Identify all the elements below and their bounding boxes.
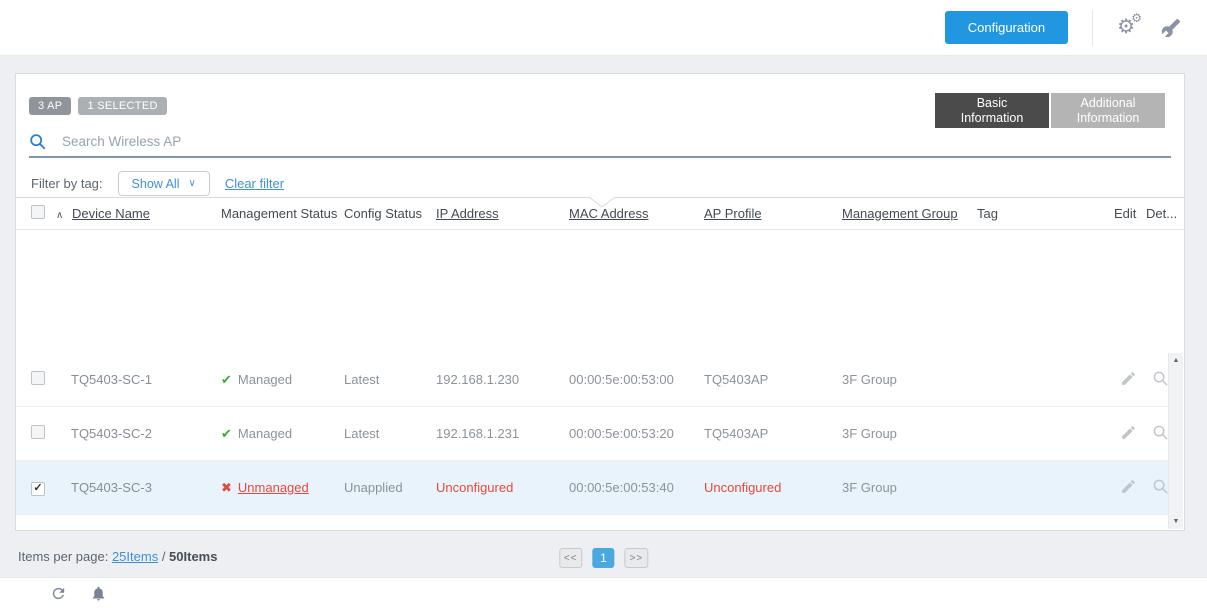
ap-table: ∧ Device Name Management Status Config S… — [16, 197, 1184, 530]
items-50-label: 50Items — [169, 549, 218, 564]
edit-pencil-icon[interactable] — [1120, 370, 1137, 387]
row-checkbox[interactable]: ✓ — [31, 481, 45, 496]
column-header-edit: Edit — [1114, 206, 1137, 221]
management-group-cell: 3F Group — [842, 372, 897, 387]
topbar: Configuration ⚙ ⚙ — [0, 0, 1207, 56]
ip-address-cell: 192.168.1.230 — [436, 372, 520, 387]
pagination-prev-button[interactable]: << — [558, 548, 583, 568]
tag-filter-dropdown[interactable]: Show All ∨ — [117, 171, 210, 196]
mac-address-cell: 00:00:5e:00:53:00 — [569, 372, 674, 387]
search-icon — [30, 133, 46, 149]
table-row[interactable]: TQ5403-SC-2 ✔ Managed Latest 192.168.1.231 00… — [16, 407, 1168, 461]
pagination: << 1 >> — [558, 548, 649, 568]
details-magnifier-icon[interactable] — [1152, 478, 1168, 495]
gear-small-icon: ⚙ — [1131, 11, 1142, 25]
management-group-cell: 3F Group — [842, 480, 897, 495]
management-status-cell[interactable]: Unmanaged — [238, 480, 309, 495]
ap-profile-cell: TQ5403AP — [704, 372, 769, 387]
row-checkbox[interactable] — [31, 425, 45, 439]
device-name-cell: TQ5403-SC-1 — [71, 372, 152, 387]
column-header-details: Det... — [1146, 206, 1178, 221]
column-header-ap-profile[interactable]: AP Profile — [704, 206, 762, 221]
column-header-tag: Tag — [977, 206, 998, 221]
details-magnifier-icon[interactable] — [1152, 370, 1168, 387]
search-bar — [29, 127, 1171, 158]
wireless-ap-panel: 3 AP 1 SELECTED Basic Information Additi… — [15, 73, 1185, 531]
row-checkbox[interactable] — [31, 371, 45, 385]
filter-by-tag-label: Filter by tag: — [31, 176, 103, 191]
select-all-checkbox[interactable] — [31, 205, 45, 219]
ip-address-cell: 192.168.1.231 — [436, 426, 520, 441]
mac-address-cell: 00:00:5e:00:53:40 — [569, 480, 674, 495]
table-row[interactable]: TQ5403-SC-1 ✔ Managed Latest 192.168.1.230 00… — [16, 353, 1168, 407]
management-status-cell: Managed — [237, 425, 293, 441]
ap-count-badge: 3 AP — [29, 97, 72, 115]
topbar-divider — [1092, 9, 1094, 46]
device-name-cell: TQ5403-SC-2 — [71, 426, 152, 441]
wrench-icon[interactable] — [1161, 18, 1181, 38]
filter-row: Filter by tag: Show All ∨ Clear filter — [31, 171, 284, 196]
items-per-page: Items per page: 25Items / 50Items — [18, 549, 217, 564]
items-separator: / — [158, 549, 170, 564]
ip-address-cell: Unconfigured — [436, 480, 514, 495]
pagination-page-1-button[interactable]: 1 — [592, 548, 615, 568]
configuration-button[interactable]: Configuration — [944, 11, 1069, 44]
unmanaged-cross-icon: ✖ — [221, 479, 232, 495]
tab-basic-information[interactable]: Basic Information — [935, 93, 1049, 128]
table-row[interactable]: ✓ TQ5403-SC-3 ✖ Unmanaged Unapplied Unconfigu… — [16, 461, 1168, 515]
table-header-row: ∧ Device Name Management Status Config S… — [16, 197, 1184, 230]
count-badges: 3 AP 1 SELECTED — [29, 97, 167, 115]
details-magnifier-icon[interactable] — [1152, 424, 1168, 441]
ap-profile-cell: Unconfigured — [704, 480, 782, 495]
search-input[interactable] — [60, 133, 1171, 150]
pagination-next-button[interactable]: >> — [624, 548, 649, 568]
tag-filter-value: Show All — [131, 176, 180, 191]
edit-pencil-icon[interactable] — [1120, 478, 1137, 495]
managed-check-icon: ✔ — [221, 371, 232, 387]
column-header-management-group[interactable]: Management Group — [842, 206, 958, 221]
info-tabs: Basic Information Additional Information — [935, 93, 1165, 128]
management-status-cell: Managed — [237, 371, 293, 387]
selected-count-badge: 1 SELECTED — [78, 97, 167, 115]
scrollbar-up-arrow-icon[interactable]: ▲ — [1169, 353, 1183, 368]
column-header-ip-address[interactable]: IP Address — [436, 206, 499, 221]
column-header-mac-address[interactable]: MAC Address — [569, 206, 648, 221]
sort-ascending-icon[interactable]: ∧ — [56, 210, 63, 221]
vertical-scrollbar[interactable]: ▲ ▼ — [1168, 353, 1183, 529]
scrollbar-down-arrow-icon[interactable]: ▼ — [1169, 514, 1183, 529]
tab-additional-information[interactable]: Additional Information — [1051, 93, 1165, 128]
settings-gears-icon[interactable]: ⚙ ⚙ — [1117, 11, 1142, 38]
items-25-link[interactable]: 25Items — [112, 549, 158, 564]
config-status-cell: Latest — [344, 372, 380, 387]
bottom-toolbar — [0, 577, 1207, 608]
column-header-management-status: Management Status — [221, 206, 338, 221]
chevron-down-icon: ∨ — [188, 178, 196, 189]
edit-pencil-icon[interactable] — [1120, 424, 1137, 441]
refresh-icon[interactable] — [50, 585, 67, 602]
table-body: TQ5403-SC-1 ✔ Managed Latest 192.168.1.230 00… — [16, 353, 1184, 530]
config-status-cell: Latest — [344, 426, 380, 441]
items-per-page-label: Items per page: — [18, 549, 109, 564]
ap-profile-cell: TQ5403AP — [704, 426, 769, 441]
notifications-bell-icon[interactable] — [90, 585, 107, 602]
clear-filter-link[interactable]: Clear filter — [225, 176, 284, 191]
device-name-cell: TQ5403-SC-3 — [71, 480, 152, 495]
column-header-device-name[interactable]: Device Name — [72, 206, 150, 221]
mac-address-cell: 00:00:5e:00:53:20 — [569, 426, 674, 441]
managed-check-icon: ✔ — [221, 425, 232, 441]
column-header-config-status: Config Status — [344, 206, 423, 221]
config-status-cell: Unapplied — [344, 480, 403, 495]
management-group-cell: 3F Group — [842, 426, 897, 441]
